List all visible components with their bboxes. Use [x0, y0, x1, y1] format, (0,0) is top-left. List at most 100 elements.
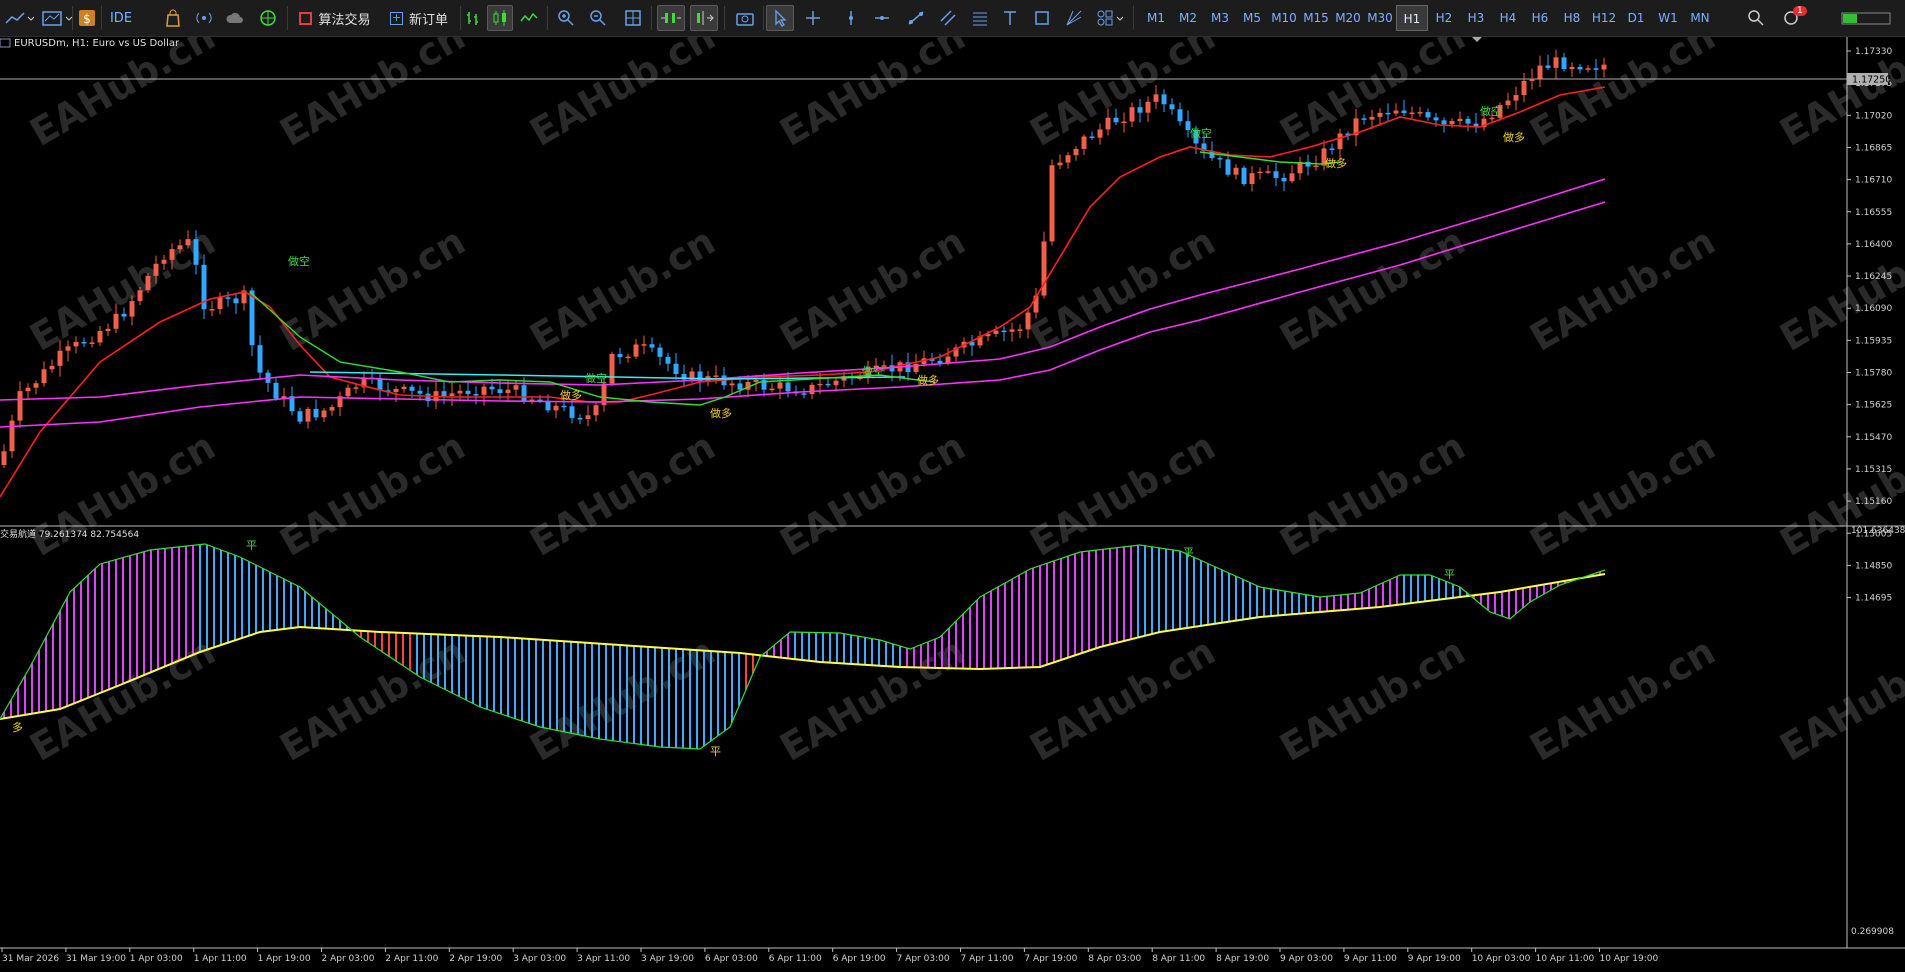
candle	[290, 386, 295, 415]
watermark: EAHub.cn	[523, 219, 723, 360]
price-tick-label: 1.15160	[1855, 497, 1892, 507]
timeframe-h2[interactable]: H2	[1428, 5, 1460, 31]
signal-broadcast-icon[interactable]	[193, 5, 215, 31]
line-chart-icon[interactable]	[2, 5, 36, 31]
new-order-button[interactable]: + 新订单	[380, 5, 458, 31]
chart-template-icon[interactable]	[40, 5, 76, 31]
watermark: EAHub.cn	[273, 37, 473, 155]
timeframe-d1[interactable]: D1	[1620, 5, 1652, 31]
candle	[106, 324, 111, 336]
svg-text:$: $	[83, 12, 91, 26]
candle	[642, 336, 647, 354]
time-tick-label: 10 Apr 03:00	[1472, 954, 1531, 964]
tile-windows-icon[interactable]	[622, 5, 644, 31]
trend-line-icon[interactable]	[905, 5, 927, 31]
candle	[1066, 152, 1071, 168]
timeframe-m15[interactable]: M15	[1300, 5, 1332, 31]
candle	[1466, 116, 1471, 131]
time-tick-label: 1 Apr 03:00	[130, 954, 183, 964]
time-tick-label: 10 Apr 19:00	[1600, 954, 1659, 964]
timeframe-m20[interactable]: M20	[1332, 5, 1364, 31]
timeframe-h4[interactable]: H4	[1492, 5, 1524, 31]
trade-signal-label: 做空	[288, 254, 310, 268]
cursor-arrow-icon[interactable]	[766, 5, 794, 31]
stop-square-icon	[299, 12, 312, 25]
candle	[338, 392, 343, 417]
price-tick-label: 1.14850	[1855, 561, 1892, 571]
channel-icon[interactable]	[937, 5, 959, 31]
timeframe-m10[interactable]: M10	[1268, 5, 1300, 31]
timeframe-m2[interactable]: M2	[1172, 5, 1204, 31]
auto-scroll-icon[interactable]	[657, 5, 685, 31]
timeframe-mn[interactable]: MN	[1684, 5, 1716, 31]
gann-icon[interactable]	[1063, 5, 1085, 31]
zoom-in-icon[interactable]	[555, 5, 577, 31]
screenshot-camera-icon[interactable]	[733, 5, 757, 31]
timeframe-m3[interactable]: M3	[1204, 5, 1236, 31]
timeframe-h3[interactable]: H3	[1460, 5, 1492, 31]
timeframe-w1[interactable]: W1	[1652, 5, 1684, 31]
vertical-line-icon[interactable]	[840, 5, 862, 31]
text-tool-icon[interactable]	[999, 5, 1021, 31]
bar-chart-icon[interactable]	[462, 5, 484, 31]
candle	[1242, 166, 1247, 187]
candle	[98, 326, 103, 346]
candle	[1402, 100, 1407, 116]
candle	[1330, 143, 1335, 154]
zoom-out-icon[interactable]	[587, 5, 609, 31]
price-tick-label: 1.16710	[1855, 176, 1892, 186]
watermark: EAHub.cn	[273, 424, 473, 565]
price-tick-label: 1.16555	[1855, 208, 1892, 218]
candle	[354, 385, 359, 394]
timeframe-m1[interactable]: M1	[1140, 5, 1172, 31]
notifications-icon[interactable]: 1	[1780, 5, 1808, 31]
candle	[34, 381, 39, 395]
timeframe-h12[interactable]: H12	[1588, 5, 1620, 31]
trade-signal-label: 做空	[1190, 126, 1212, 140]
chart-shift-marker	[1472, 37, 1482, 42]
candle	[1258, 167, 1263, 179]
crosshair-icon[interactable]	[802, 5, 824, 31]
candle	[1178, 103, 1183, 126]
indicator-tick-label: 101.636438	[1851, 526, 1905, 536]
objects-menu-icon[interactable]	[1095, 5, 1127, 31]
time-tick-label: 8 Apr 19:00	[1216, 954, 1269, 964]
time-tick-label: 31 Mar 19:00	[66, 954, 126, 964]
chart-shift-icon[interactable]	[690, 5, 718, 31]
candle	[1234, 164, 1239, 179]
algo-trading-button[interactable]: 算法交易	[295, 5, 375, 31]
watermark: EAHub.cn	[1773, 424, 1905, 565]
connection-status-icon[interactable]	[1838, 5, 1894, 31]
horizontal-line-icon[interactable]	[871, 5, 893, 31]
candle	[802, 388, 807, 398]
cloud-icon[interactable]	[224, 5, 246, 31]
fibonacci-icon[interactable]	[969, 5, 991, 31]
timeframe-m5[interactable]: M5	[1236, 5, 1268, 31]
candle	[434, 381, 439, 409]
shapes-icon[interactable]	[1031, 5, 1053, 31]
candle	[914, 354, 919, 374]
line-chart-type-icon[interactable]	[518, 5, 540, 31]
candle	[90, 336, 95, 347]
price-tick-label: 1.17020	[1855, 111, 1892, 121]
timeframe-h6[interactable]: H6	[1524, 5, 1556, 31]
timeframe-m30[interactable]: M30	[1364, 5, 1396, 31]
market-bag-icon[interactable]	[162, 5, 184, 31]
candle	[1458, 112, 1463, 126]
timeframe-h8[interactable]: H8	[1556, 5, 1588, 31]
candlestick-chart-icon[interactable]	[487, 5, 513, 31]
candle	[386, 383, 391, 397]
dollar-icon[interactable]: $	[76, 5, 98, 31]
candle	[730, 380, 735, 393]
time-tick-label: 9 Apr 03:00	[1280, 954, 1333, 964]
candle	[1098, 123, 1103, 144]
search-icon[interactable]	[1745, 5, 1767, 31]
timeframe-h1[interactable]: H1	[1396, 5, 1428, 31]
chart-canvas[interactable]: EAHub.cn EAHub.cn EAHub.cn EAHub.cn EAHub.cn…	[0, 37, 1905, 968]
candle	[666, 353, 671, 372]
vps-globe-icon[interactable]	[257, 5, 279, 31]
algo-trading-label: 算法交易	[318, 9, 370, 28]
ide-button[interactable]: IDE	[104, 5, 138, 31]
chart-window[interactable]: EAHub.cn EAHub.cn EAHub.cn EAHub.cn EAHub.cn…	[0, 37, 1905, 968]
watermark: EAHub.cn	[1273, 219, 1473, 360]
